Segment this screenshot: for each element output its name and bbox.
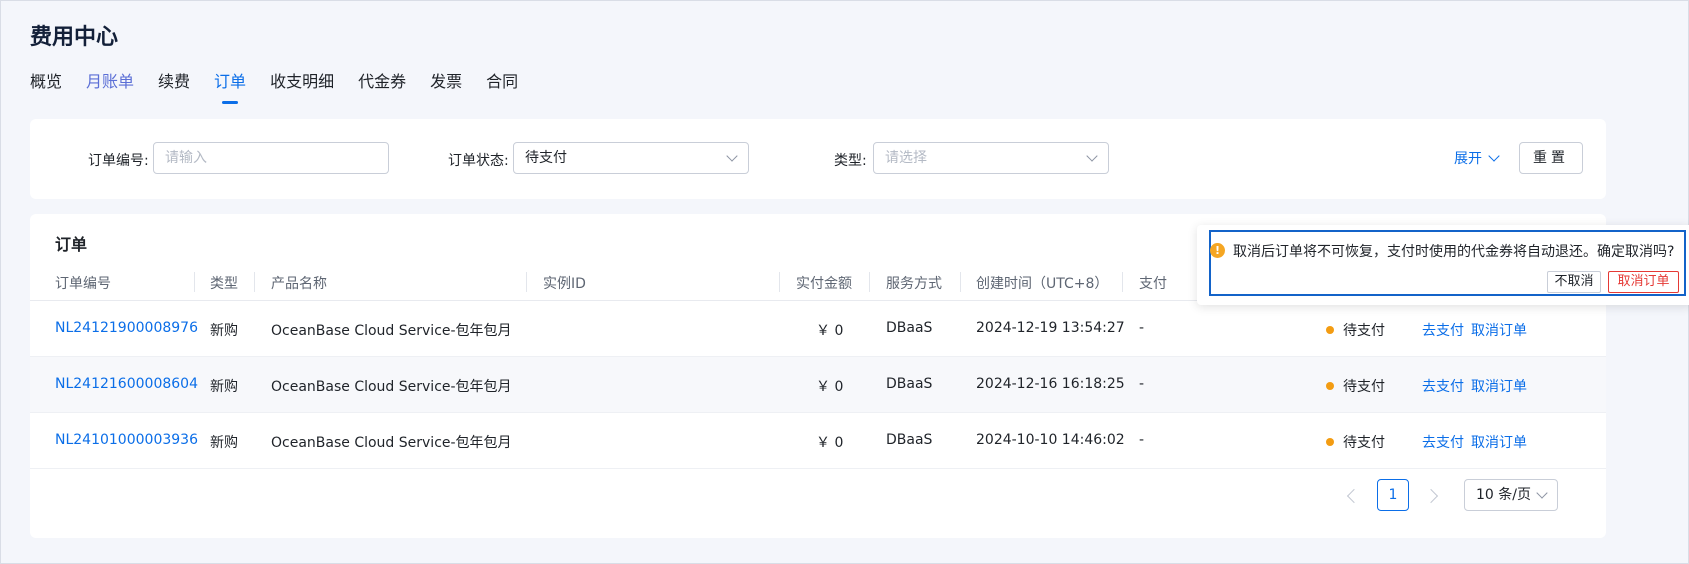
tab-monthly-bill[interactable]: 月账单 (86, 71, 134, 93)
tab-transactions[interactable]: 收支明细 (270, 71, 334, 93)
column-divider (869, 272, 870, 292)
amount: ￥ 0 (816, 379, 844, 395)
status-badge: 待支付 (1343, 379, 1385, 395)
type-label: 类型: (834, 153, 867, 169)
created-time: 2024-12-16 16:18:25 (976, 376, 1125, 392)
column-divider (194, 272, 195, 292)
status-dot-icon (1326, 382, 1334, 390)
pay-button[interactable]: 去支付 (1422, 320, 1464, 340)
table-row: NL24121900008976 新购 OceanBase Cloud Serv… (30, 301, 1606, 357)
product-name: OceanBase Cloud Service-包年包月 (271, 435, 512, 451)
order-no-label: 订单编号: (88, 153, 149, 169)
popconfirm-cancel-button[interactable]: 不取消 (1547, 271, 1601, 293)
pay-button[interactable]: 去支付 (1422, 432, 1464, 452)
column-divider (526, 272, 527, 292)
col-instance-id: 实例ID (543, 276, 586, 292)
col-pay-time: 支付 (1139, 276, 1167, 292)
col-service: 服务方式 (886, 276, 942, 292)
tab-renewal[interactable]: 续费 (158, 71, 190, 93)
page-title: 费用中心 (30, 25, 119, 50)
chevron-down-icon (1536, 487, 1548, 499)
tab-vouchers[interactable]: 代金券 (358, 71, 406, 93)
status-dot-icon (1326, 438, 1334, 446)
product-name: OceanBase Cloud Service-包年包月 (271, 379, 512, 395)
chevron-down-icon (726, 150, 738, 162)
pay-button[interactable]: 去支付 (1422, 376, 1464, 396)
service-mode: DBaaS (886, 320, 933, 336)
page-size-label: 10 条/页 (1476, 487, 1531, 503)
tab-overview[interactable]: 概览 (30, 71, 62, 93)
col-type: 类型 (210, 276, 238, 292)
service-mode: DBaaS (886, 376, 933, 392)
cancel-order-button[interactable]: 取消订单 (1471, 376, 1527, 396)
service-mode: DBaaS (886, 432, 933, 448)
chevron-down-icon (1086, 150, 1098, 162)
col-created: 创建时间（UTC+8） (976, 276, 1109, 292)
reset-button[interactable]: 重置 (1519, 142, 1583, 174)
order-no-link[interactable]: NL24101000003936 (55, 432, 198, 448)
table-row: NL24101000003936 新购 OceanBase Cloud Serv… (30, 413, 1606, 469)
col-amount: 实付金额 (796, 276, 852, 292)
status-badge: 待支付 (1343, 435, 1385, 451)
table-title: 订单 (55, 235, 88, 254)
pagination-page-1[interactable]: 1 (1377, 479, 1409, 511)
expand-filters-button[interactable]: 展开 (1454, 148, 1500, 168)
order-type: 新购 (210, 379, 238, 395)
pagination-next-icon[interactable] (1423, 488, 1439, 504)
column-divider (779, 272, 780, 292)
order-no-link[interactable]: NL24121900008976 (55, 320, 198, 336)
pay-time: - (1139, 432, 1145, 448)
type-select[interactable]: 请选择 (873, 142, 1109, 174)
status-badge: 待支付 (1343, 323, 1385, 339)
col-order-no: 订单编号 (55, 276, 111, 292)
column-divider (1122, 272, 1123, 292)
filter-panel: 订单编号: 请输入 订单状态: 待支付 类型: 请选择 展开 重置 (30, 119, 1606, 199)
order-type: 新购 (210, 323, 238, 339)
expand-label: 展开 (1454, 151, 1482, 167)
order-status-value: 待支付 (525, 150, 567, 166)
cancel-order-button[interactable]: 取消订单 (1471, 432, 1527, 452)
order-status-select[interactable]: 待支付 (513, 142, 749, 174)
col-product: 产品名称 (271, 276, 327, 292)
amount: ￥ 0 (816, 323, 844, 339)
chevron-down-icon (1488, 149, 1500, 162)
tab-bar: 概览 月账单 续费 订单 收支明细 代金券 发票 合同 (30, 71, 542, 105)
created-time: 2024-12-19 13:54:27 (976, 320, 1125, 336)
popconfirm-message: 取消后订单将不可恢复，支付时使用的代金券将自动退还。确定取消吗? (1233, 244, 1675, 260)
table-row: NL24121600008604 新购 OceanBase Cloud Serv… (30, 357, 1606, 413)
order-no-link[interactable]: NL24121600008604 (55, 376, 198, 392)
column-divider (254, 272, 255, 292)
column-divider (960, 272, 961, 292)
cancel-order-button[interactable]: 取消订单 (1471, 320, 1527, 340)
order-status-label: 订单状态: (448, 153, 509, 169)
page-size-select[interactable]: 10 条/页 (1464, 479, 1558, 511)
product-name: OceanBase Cloud Service-包年包月 (271, 323, 512, 339)
status-dot-icon (1326, 326, 1334, 334)
order-no-input[interactable]: 请输入 (153, 142, 389, 174)
pay-time: - (1139, 376, 1145, 392)
order-type: 新购 (210, 435, 238, 451)
amount: ￥ 0 (816, 435, 844, 451)
tab-orders[interactable]: 订单 (214, 71, 246, 93)
warning-icon: ! (1210, 243, 1225, 258)
pay-time: - (1139, 320, 1145, 336)
pagination-prev-icon[interactable] (1346, 488, 1362, 504)
popconfirm-confirm-button[interactable]: 取消订单 (1608, 271, 1679, 293)
tab-invoices[interactable]: 发票 (430, 71, 462, 93)
created-time: 2024-10-10 14:46:02 (976, 432, 1125, 448)
tab-contracts[interactable]: 合同 (486, 71, 518, 93)
type-placeholder: 请选择 (885, 150, 927, 166)
